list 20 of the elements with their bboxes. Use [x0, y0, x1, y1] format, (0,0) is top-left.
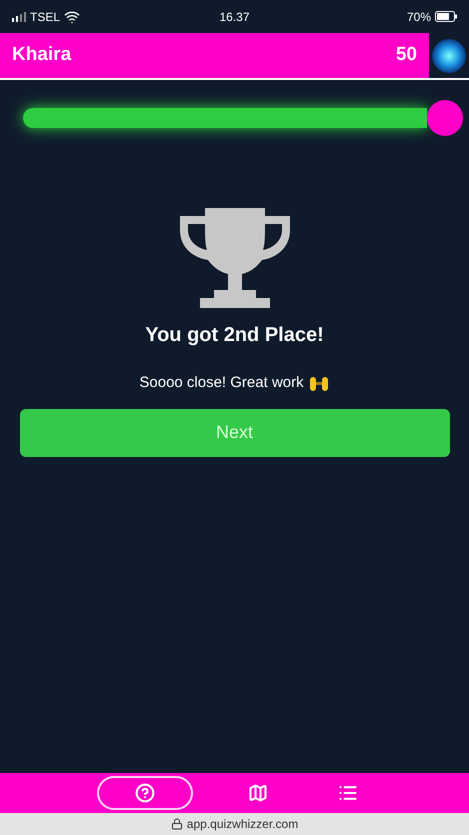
result-title: You got 2nd Place!: [145, 323, 324, 348]
orb-icon: [431, 38, 467, 74]
wifi-icon: [64, 8, 80, 24]
help-icon: [134, 783, 154, 803]
player-name: Khaira: [12, 43, 72, 68]
result-message: Soooo close! Great work: [139, 373, 304, 393]
map-icon: [248, 783, 268, 803]
lock-icon: [170, 818, 183, 830]
trophy-icon: [178, 208, 292, 308]
url-text: app.quizwhizzer.com: [186, 816, 298, 833]
score: 50: [396, 43, 417, 68]
clock-time: 16.37: [219, 8, 250, 26]
battery-percent: 70%: [406, 8, 431, 26]
next-button[interactable]: Next: [20, 408, 450, 456]
help-tab[interactable]: [96, 776, 192, 810]
list-icon: [338, 783, 358, 803]
carrier-name: TSEL: [30, 8, 60, 26]
progress-thumb: [426, 100, 462, 136]
battery-icon: [435, 11, 457, 22]
signal-icon: [12, 12, 26, 22]
